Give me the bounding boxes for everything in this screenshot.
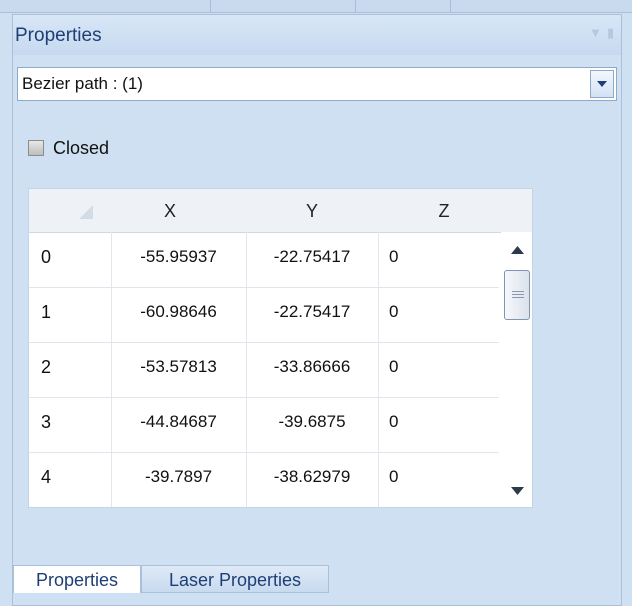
row-index: 3 bbox=[41, 412, 52, 432]
closed-checkbox[interactable] bbox=[28, 140, 44, 156]
cell-x[interactable]: -60.98646 bbox=[111, 302, 246, 322]
grip-line bbox=[512, 294, 524, 295]
top-toolbar-strip bbox=[0, 0, 632, 13]
cell-y[interactable]: -38.62979 bbox=[246, 467, 378, 487]
cell-z[interactable]: 0 bbox=[389, 357, 398, 377]
column-header-z[interactable]: Z bbox=[379, 201, 509, 222]
table-row[interactable]: 4 -39.7897 -38.62979 0 bbox=[29, 453, 499, 507]
chevron-down-icon bbox=[597, 81, 607, 87]
cell-x[interactable]: -53.57813 bbox=[111, 357, 246, 377]
select-all-corner-icon[interactable] bbox=[79, 205, 93, 219]
cell-y[interactable]: -39.6875 bbox=[246, 412, 378, 432]
cell-x[interactable]: -55.95937 bbox=[111, 247, 246, 267]
dropdown-button[interactable] bbox=[590, 70, 614, 98]
closed-label: Closed bbox=[53, 138, 110, 158]
arrow-up-icon[interactable] bbox=[511, 246, 524, 254]
table-row[interactable]: 2 -53.57813 -33.86666 0 bbox=[29, 343, 499, 398]
grip-line bbox=[512, 291, 524, 292]
arrow-down-icon[interactable] bbox=[511, 487, 524, 495]
column-header-x[interactable]: X bbox=[111, 201, 229, 222]
object-selector[interactable]: Bezier path : (1) bbox=[17, 67, 617, 101]
cell-z[interactable]: 0 bbox=[389, 412, 398, 432]
toolbar-separator bbox=[210, 0, 211, 12]
row-index: 0 bbox=[41, 247, 52, 267]
panel-title: Properties bbox=[15, 25, 102, 46]
row-index: 4 bbox=[41, 467, 52, 487]
cell-x[interactable]: -44.84687 bbox=[111, 412, 246, 432]
chevron-down-icon[interactable]: ▼ bbox=[589, 25, 602, 40]
cell-z[interactable]: 0 bbox=[389, 247, 398, 267]
cell-y[interactable]: -22.75417 bbox=[246, 302, 378, 322]
tab-laser-properties[interactable]: Laser Properties bbox=[141, 565, 329, 593]
row-index: 2 bbox=[41, 357, 52, 377]
cell-y[interactable]: -33.86666 bbox=[246, 357, 378, 377]
panel-title-bar: Properties ▼ ▮ bbox=[13, 15, 621, 55]
toolbar-separator bbox=[355, 0, 356, 12]
tab-properties[interactable]: Properties bbox=[13, 565, 141, 593]
table-row[interactable]: 3 -44.84687 -39.6875 0 bbox=[29, 398, 499, 453]
points-grid: X Y Z 0 -55.95937 -22.75417 0 1 -60.9864… bbox=[28, 188, 533, 508]
cell-z[interactable]: 0 bbox=[389, 302, 398, 322]
grip-line bbox=[512, 297, 524, 298]
scrollbar-thumb[interactable] bbox=[504, 270, 530, 320]
column-header-y[interactable]: Y bbox=[246, 201, 378, 222]
row-index: 1 bbox=[41, 302, 52, 322]
table-row[interactable]: 0 -55.95937 -22.75417 0 bbox=[29, 233, 499, 288]
object-selector-value: Bezier path : (1) bbox=[22, 74, 143, 93]
table-row[interactable]: 1 -60.98646 -22.75417 0 bbox=[29, 288, 499, 343]
cell-y[interactable]: -22.75417 bbox=[246, 247, 378, 267]
vertical-scrollbar[interactable] bbox=[501, 232, 532, 507]
cell-x[interactable]: -39.7897 bbox=[111, 467, 246, 487]
pin-icon[interactable]: ▮ bbox=[607, 25, 614, 41]
cell-z[interactable]: 0 bbox=[389, 467, 398, 487]
toolbar-separator bbox=[450, 0, 451, 12]
grid-header: X Y Z bbox=[29, 189, 532, 233]
